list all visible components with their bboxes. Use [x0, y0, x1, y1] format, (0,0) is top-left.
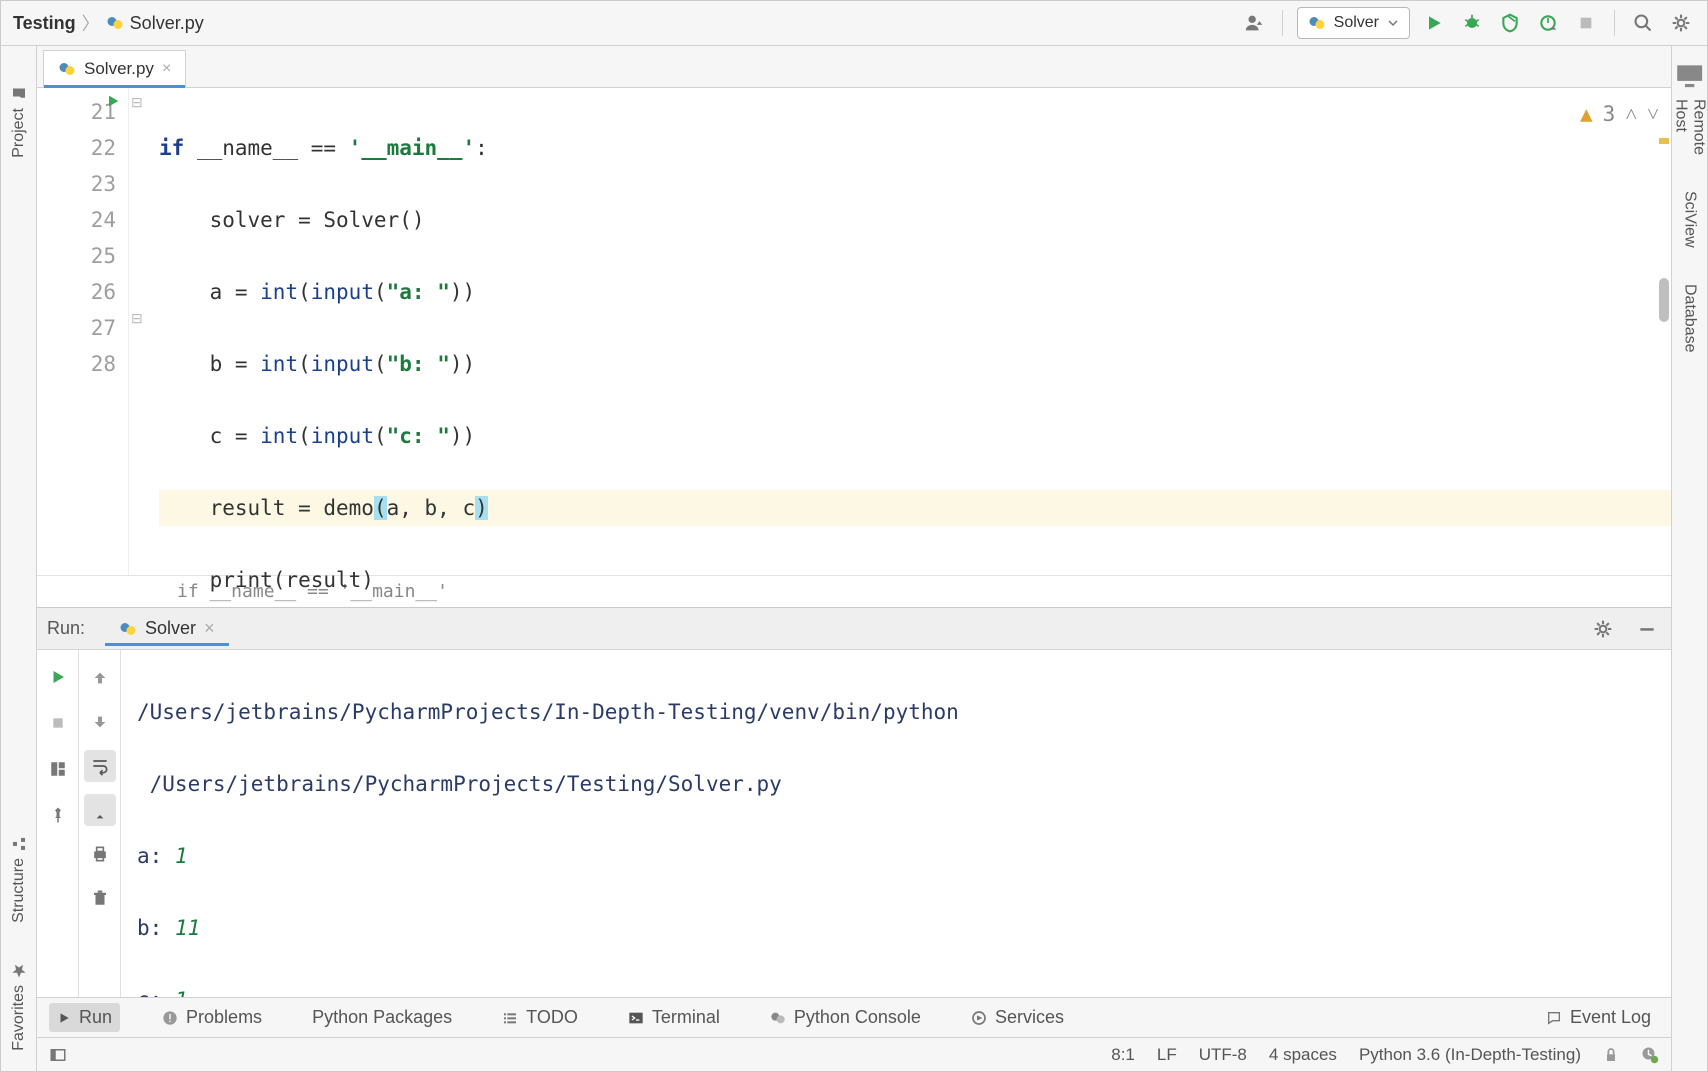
run-tab-label: Solver — [145, 618, 196, 639]
editor-tab[interactable]: Solver.py × — [43, 50, 186, 87]
code-area[interactable]: if __name__ == '__main__': solver = Solv… — [155, 88, 1671, 575]
warning-circle-icon — [162, 1010, 178, 1026]
gear-icon[interactable] — [1667, 9, 1695, 37]
run-configuration-selector[interactable]: Solver — [1297, 7, 1410, 39]
status-bar: 8:1 LF UTF-8 4 spaces Python 3.6 (In-Dep… — [37, 1037, 1671, 1071]
fold-end-icon[interactable]: ⊟ — [131, 310, 143, 327]
play-icon — [57, 1011, 71, 1025]
services-icon — [971, 1010, 987, 1026]
separator — [1282, 10, 1283, 36]
fold-gutter: ⊟ ⊟ — [129, 88, 155, 575]
warning-icon: ▲ — [1580, 96, 1593, 132]
coverage-button[interactable] — [1496, 9, 1524, 37]
run-gutter-icon[interactable] — [105, 93, 121, 109]
inspection-count: 3 — [1603, 96, 1616, 132]
soft-wrap-button[interactable] — [84, 750, 116, 782]
fold-start-icon[interactable]: ⊟ — [131, 94, 143, 111]
structure-tool-button[interactable]: Structure — [10, 836, 28, 923]
breadcrumb: Testing 〉 Solver.py — [13, 10, 204, 36]
packages-tool-button[interactable]: Python Packages — [304, 1003, 460, 1032]
line-separator[interactable]: LF — [1157, 1045, 1177, 1065]
chevron-down-icon — [1387, 17, 1399, 29]
terminal-icon — [628, 1010, 644, 1026]
lock-icon[interactable] — [1603, 1047, 1619, 1063]
inspection-widget[interactable]: ▲ 3 ˄ ˅ — [1580, 96, 1659, 132]
stop-button — [1572, 9, 1600, 37]
scroll-to-end-button[interactable] — [84, 794, 116, 826]
breadcrumb-file[interactable]: Solver.py — [130, 13, 204, 34]
services-tool-button[interactable]: Services — [963, 1003, 1072, 1032]
tool-windows-icon[interactable] — [49, 1046, 67, 1064]
stop-button — [43, 708, 73, 738]
python-file-icon — [58, 60, 76, 78]
python-file-icon — [106, 14, 124, 32]
pin-button[interactable] — [43, 800, 73, 830]
project-tool-button[interactable]: Project — [10, 86, 28, 158]
caret-position[interactable]: 8:1 — [1111, 1045, 1135, 1065]
python-icon — [119, 620, 137, 638]
debug-button[interactable] — [1458, 9, 1486, 37]
scrollbar-thumb[interactable] — [1659, 278, 1669, 322]
run-toolbar-primary — [37, 650, 79, 997]
chevron-right-icon: 〉 — [82, 10, 100, 36]
prev-highlight-icon[interactable]: ˄ — [1625, 96, 1637, 132]
todo-tool-button[interactable]: TODO — [494, 1003, 586, 1032]
layout-button[interactable] — [43, 754, 73, 784]
next-highlight-icon[interactable]: ˅ — [1647, 96, 1659, 132]
bottom-tool-strip: Run Problems Python Packages TODO Termin… — [37, 997, 1671, 1037]
structure-icon — [11, 836, 27, 852]
rerun-button[interactable] — [43, 662, 73, 692]
right-tool-strip: Remote Host SciView Database — [1671, 46, 1707, 1071]
top-toolbar: Testing 〉 Solver.py Solver — [1, 1, 1707, 46]
favorites-tool-button[interactable]: Favorites — [10, 963, 28, 1051]
python-console-tool-button[interactable]: Python Console — [762, 1003, 929, 1032]
database-tool-button[interactable]: Database — [1681, 278, 1699, 353]
event-log-tool-button[interactable]: Event Log — [1538, 1003, 1659, 1032]
code-editor[interactable]: 21 22 23 24 25 26 27 28 ⊟ ⊟ if __name__ … — [37, 88, 1671, 575]
editor-tab-bar: Solver.py × — [37, 46, 1671, 88]
breadcrumb-project[interactable]: Testing — [13, 13, 76, 34]
indent-settings[interactable]: 4 spaces — [1269, 1045, 1337, 1065]
run-tool-button[interactable]: Run — [49, 1003, 120, 1032]
star-icon — [11, 963, 27, 979]
editor-tab-label: Solver.py — [84, 59, 154, 79]
remote-host-tool-button[interactable]: Remote Host — [1671, 56, 1708, 155]
sciview-tool-button[interactable]: SciView — [1681, 185, 1699, 248]
file-encoding[interactable]: UTF-8 — [1199, 1045, 1247, 1065]
run-header-label: Run: — [47, 618, 85, 639]
profile-button[interactable] — [1534, 9, 1562, 37]
left-tool-strip: Project Structure Favorites — [1, 46, 37, 1071]
run-button[interactable] — [1420, 9, 1448, 37]
print-button[interactable] — [84, 838, 116, 870]
search-icon[interactable] — [1629, 9, 1657, 37]
close-icon[interactable]: × — [204, 618, 215, 639]
up-icon[interactable] — [84, 662, 116, 694]
chat-icon — [1546, 1010, 1562, 1026]
down-icon[interactable] — [84, 706, 116, 738]
run-tab[interactable]: Solver × — [105, 612, 229, 645]
folder-icon — [11, 86, 27, 102]
remote-icon — [1671, 56, 1708, 93]
list-icon — [502, 1010, 518, 1026]
problems-tool-button[interactable]: Problems — [154, 1003, 270, 1032]
error-stripe-marker[interactable] — [1659, 138, 1669, 144]
terminal-tool-button[interactable]: Terminal — [620, 1003, 728, 1032]
user-dropdown-icon[interactable] — [1240, 9, 1268, 37]
run-config-label: Solver — [1334, 14, 1379, 32]
run-toolbar-secondary — [79, 650, 121, 997]
separator — [1614, 10, 1615, 36]
ide-status-icon[interactable] — [1641, 1046, 1659, 1064]
python-interpreter[interactable]: Python 3.6 (In-Depth-Testing) — [1359, 1045, 1581, 1065]
close-icon[interactable]: × — [162, 60, 171, 78]
line-numbers: 21 22 23 24 25 26 27 28 — [37, 88, 129, 575]
python-icon — [770, 1010, 786, 1026]
python-icon — [1308, 14, 1326, 32]
trash-button[interactable] — [84, 882, 116, 914]
